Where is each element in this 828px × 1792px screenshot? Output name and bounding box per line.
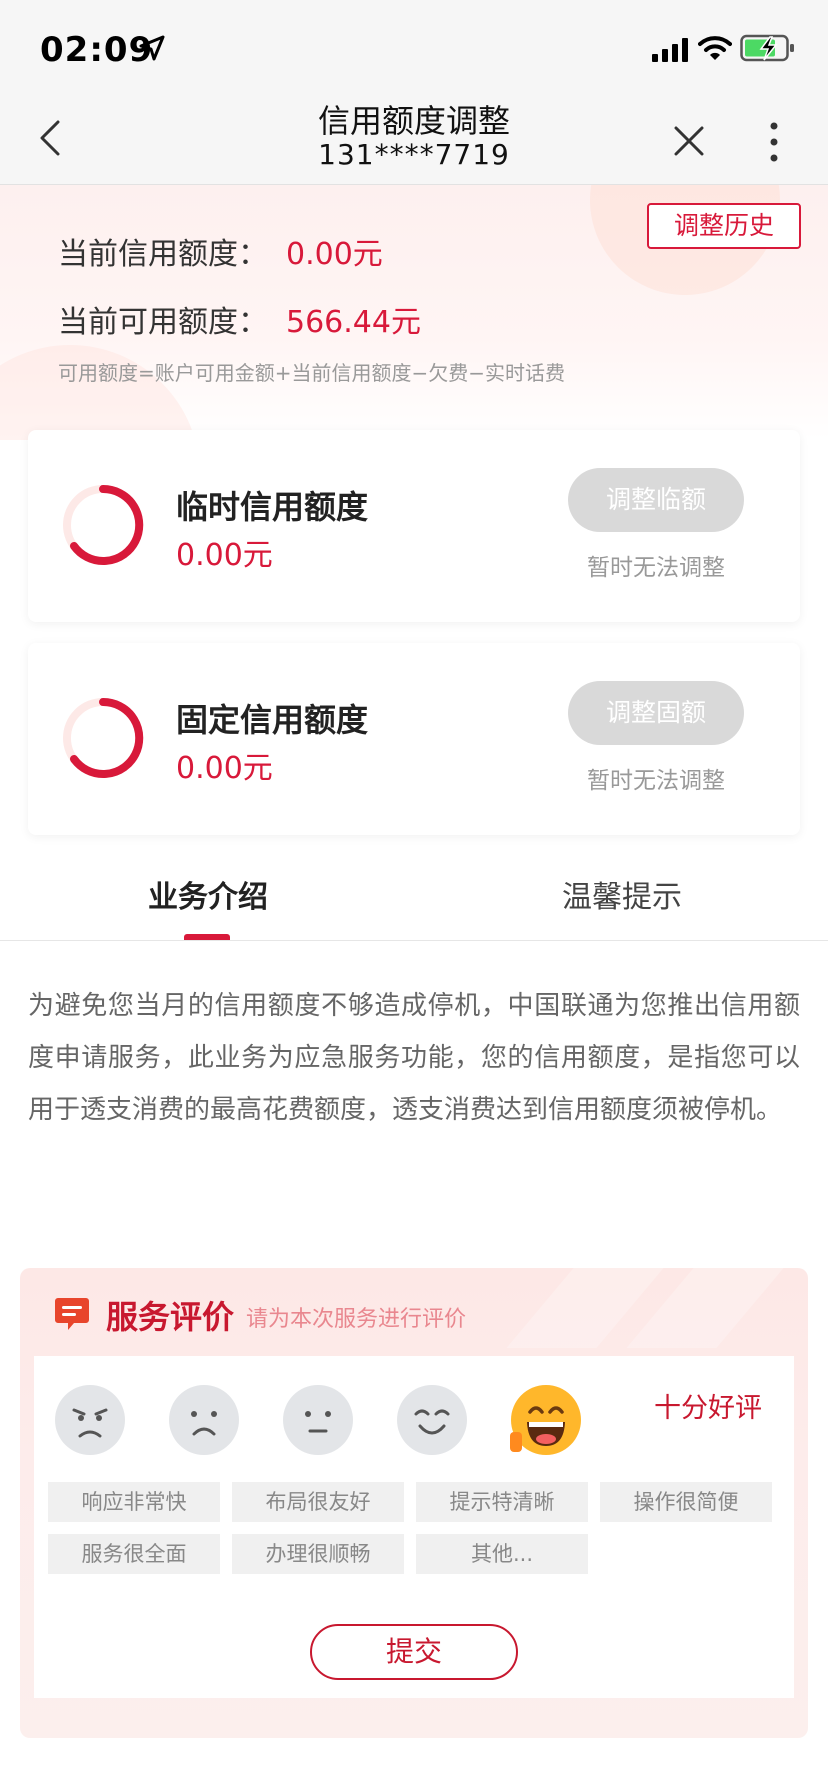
available-credit-label: 当前可用额度： <box>58 305 268 340</box>
adjust-temporary-button[interactable]: 调整临额 <box>568 468 744 532</box>
fixed-credit-amount: 0.00元 <box>176 751 273 786</box>
sad-face-icon[interactable] <box>168 1384 240 1456</box>
grin-face-icon[interactable] <box>510 1384 582 1456</box>
available-credit-value: 566.44元 <box>286 305 421 340</box>
current-credit-label: 当前信用额度： <box>58 237 268 272</box>
status-time: 02:09 <box>40 30 154 70</box>
available-credit-row: 当前可用额度： 566.44元 <box>58 297 421 341</box>
temporary-credit-amount: 0.00元 <box>176 538 273 573</box>
tag-friendly-layout[interactable]: 布局很友好 <box>232 1482 404 1522</box>
close-icon[interactable] <box>672 124 706 158</box>
tag-smooth-process[interactable]: 办理很顺畅 <box>232 1534 404 1574</box>
evaluation-subtitle: 请为本次服务进行评价 <box>246 1307 467 1332</box>
fixed-credit-card: 固定信用额度 0.00元 调整固额 暂时无法调整 <box>28 643 800 835</box>
status-bar: 02:09 <box>0 0 828 92</box>
temporary-credit-title: 临时信用额度 <box>176 488 369 526</box>
info-tabs: 业务介绍 温馨提示 <box>0 850 828 941</box>
progress-ring-icon <box>63 697 144 778</box>
evaluation-panel: 十分好评 响应非常快 布局很友好 提示特清晰 操作很简便 服务很全面 办理很顺畅… <box>34 1356 794 1698</box>
progress-ring-icon <box>63 484 144 565</box>
rating-label: 十分好评 <box>654 1393 762 1424</box>
nav-bar: 信用额度调整 131****7719 <box>0 92 828 185</box>
chat-icon <box>55 1298 89 1330</box>
credit-formula: 可用额度=账户可用金额+当前信用额度−欠费−实时话费 <box>58 361 566 385</box>
tag-fast-response[interactable]: 响应非常快 <box>48 1482 220 1522</box>
more-icon[interactable] <box>764 120 784 164</box>
adjust-history-button[interactable]: 调整历史 <box>647 203 801 249</box>
evaluation-title: 服务评价 <box>106 1298 235 1336</box>
wifi-icon <box>698 36 732 60</box>
current-credit-value: 0.00元 <box>286 237 383 272</box>
angry-face-icon[interactable] <box>54 1384 126 1456</box>
signal-icon <box>652 38 688 62</box>
service-evaluation: 服务评价 请为本次服务进行评价 十分好评 响应非常快 布局很友好 提示特清晰 操… <box>20 1268 808 1738</box>
smile-face-icon[interactable] <box>396 1384 468 1456</box>
tag-easy-operation[interactable]: 操作很简便 <box>600 1482 772 1522</box>
tag-comprehensive-service[interactable]: 服务很全面 <box>48 1534 220 1574</box>
tag-other[interactable]: 其他... <box>416 1534 588 1574</box>
active-tab-indicator <box>184 934 230 940</box>
battery-charging-icon <box>740 34 794 62</box>
temporary-credit-card: 临时信用额度 0.00元 调整临额 暂时无法调整 <box>28 430 800 622</box>
adjust-note: 暂时无法调整 <box>587 555 725 581</box>
adjust-note: 暂时无法调整 <box>587 768 725 794</box>
business-intro-text: 为避免您当月的信用额度不够造成停机，中国联通为您推出信用额度申请服务，此业务为应… <box>28 991 800 1125</box>
current-credit-row: 当前信用额度： 0.00元 <box>58 229 383 273</box>
submit-button[interactable]: 提交 <box>310 1624 518 1680</box>
adjust-fixed-button[interactable]: 调整固额 <box>568 681 744 745</box>
tab-tips[interactable]: 温馨提示 <box>562 872 682 916</box>
fixed-credit-title: 固定信用额度 <box>176 701 369 739</box>
location-arrow-icon <box>139 35 165 61</box>
tab-business-intro[interactable]: 业务介绍 <box>148 872 268 916</box>
credit-summary: 调整历史 当前信用额度： 0.00元 当前可用额度： 566.44元 可用额度=账户… <box>0 185 828 440</box>
tag-clear-tips[interactable]: 提示特清晰 <box>416 1482 588 1522</box>
neutral-face-icon[interactable] <box>282 1384 354 1456</box>
